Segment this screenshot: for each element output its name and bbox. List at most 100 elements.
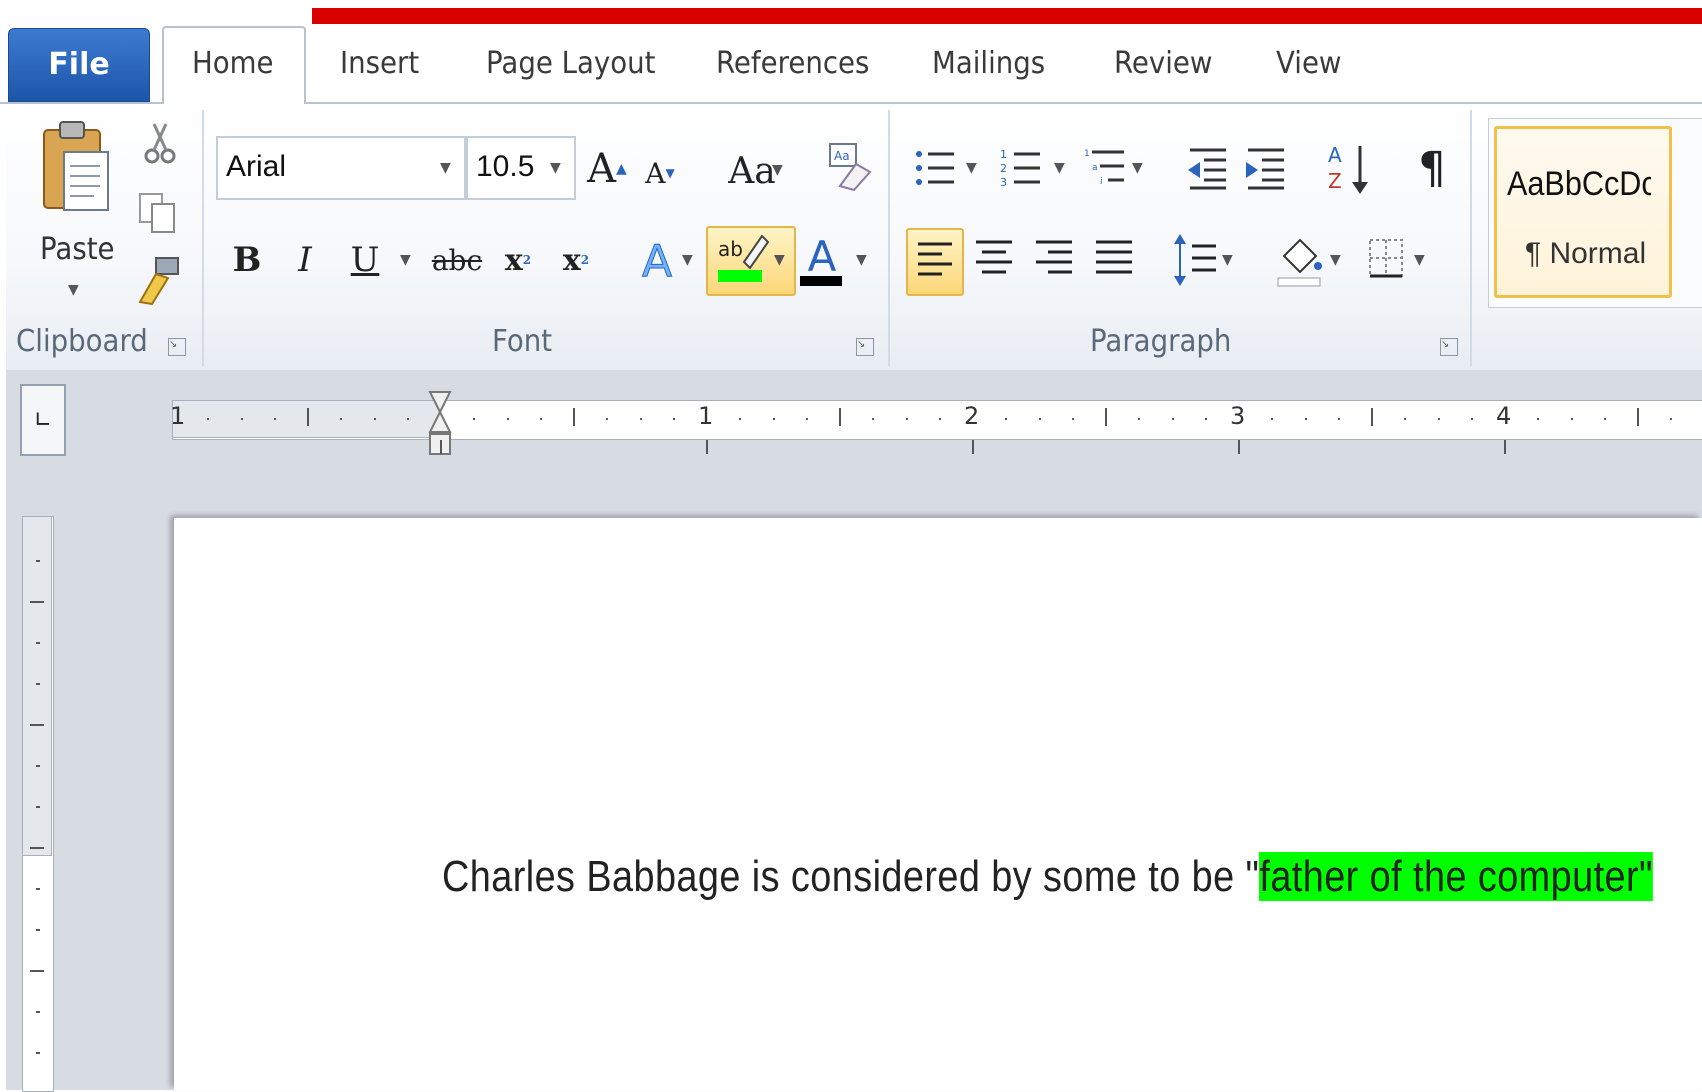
tab-file[interactable]: File xyxy=(8,28,150,102)
grow-font-button[interactable]: A ▲ xyxy=(584,142,630,196)
tab-insert[interactable]: Insert xyxy=(340,44,419,84)
numbering-dropdown-arrow[interactable]: ▼ xyxy=(1054,160,1065,176)
clear-formatting-button[interactable]: Aa xyxy=(826,140,872,192)
font-size-dropdown-arrow[interactable]: ▼ xyxy=(550,160,561,176)
clipboard-launcher-icon[interactable]: ↘ xyxy=(168,338,186,356)
style-normal-tile[interactable]: AaBbCcDc ¶ Normal xyxy=(1494,126,1672,298)
tab-home[interactable]: Home xyxy=(192,44,274,84)
sort-button[interactable]: AZ xyxy=(1326,142,1372,196)
vertical-ruler-tick xyxy=(36,1011,40,1013)
vertical-ruler-tick xyxy=(36,1052,40,1054)
ruler-tick xyxy=(739,418,742,420)
underline-button[interactable]: U xyxy=(344,236,386,284)
font-name-dropdown-arrow[interactable]: ▼ xyxy=(440,160,451,176)
eraser-icon: Aa xyxy=(829,143,872,192)
italic-button[interactable]: I xyxy=(284,236,326,284)
tab-review[interactable]: Review xyxy=(1114,44,1212,84)
align-right-button[interactable] xyxy=(1032,236,1076,286)
underline-dropdown-arrow[interactable]: ▼ xyxy=(400,252,411,268)
ruler-tick xyxy=(1038,418,1041,420)
strikethrough-button[interactable]: abc xyxy=(432,236,482,284)
paste-button[interactable] xyxy=(40,118,112,218)
ruler-tick xyxy=(1570,418,1573,420)
align-left-button[interactable] xyxy=(906,228,964,296)
group-separator xyxy=(888,110,890,366)
change-case-dropdown-arrow[interactable]: ▼ xyxy=(772,162,783,178)
decrease-indent-button[interactable] xyxy=(1186,146,1230,190)
document-page[interactable] xyxy=(174,518,1702,1090)
text-highlight-button[interactable]: ab ▼ xyxy=(706,226,796,296)
text-effects-dropdown-arrow[interactable]: ▼ xyxy=(682,252,693,268)
ruler-tick xyxy=(1005,418,1008,420)
tab-selector-icon[interactable]: ∟ xyxy=(20,384,66,456)
align-center-button[interactable] xyxy=(972,236,1016,286)
ruler-tick xyxy=(1071,418,1074,420)
bullets-dropdown-arrow[interactable]: ▼ xyxy=(966,160,977,176)
subscript-button[interactable]: x2 xyxy=(498,236,538,284)
align-center-icon xyxy=(976,240,1012,274)
tab-mailings[interactable]: Mailings xyxy=(932,44,1045,84)
font-name-input[interactable]: Arial xyxy=(216,136,466,200)
numbered-list-icon: 123 xyxy=(1000,148,1040,189)
paintbrush-icon xyxy=(138,257,179,306)
font-color-dropdown-arrow[interactable]: ▼ xyxy=(856,252,867,268)
tab-view[interactable]: View xyxy=(1276,44,1342,84)
highlighted-text: father of the computer" xyxy=(1259,852,1653,901)
ruler-tick xyxy=(1371,408,1373,426)
ruler-tick xyxy=(307,408,309,426)
svg-text:1: 1 xyxy=(1084,149,1090,159)
multilevel-list-button[interactable]: 1ai xyxy=(1084,146,1134,188)
paste-label[interactable]: Paste xyxy=(40,232,115,267)
multilevel-dropdown-arrow[interactable]: ▼ xyxy=(1132,160,1143,176)
ruler-number: 1 xyxy=(698,402,714,430)
line-spacing-dropdown-arrow[interactable]: ▼ xyxy=(1222,252,1233,268)
align-right-icon xyxy=(1036,240,1072,274)
font-color-button[interactable]: A xyxy=(800,232,844,281)
show-formatting-button[interactable]: ¶ xyxy=(1410,140,1454,196)
svg-text:Z: Z xyxy=(1328,169,1342,193)
tab-page-layout[interactable]: Page Layout xyxy=(486,44,655,84)
svg-text:1: 1 xyxy=(1000,148,1007,161)
svg-text:Aa: Aa xyxy=(834,149,850,163)
bold-button[interactable]: B xyxy=(226,236,268,284)
document-paragraph[interactable]: Charles Babbage is considered by some to… xyxy=(442,852,1653,902)
shading-button[interactable] xyxy=(1276,232,1324,288)
group-separator xyxy=(1470,110,1472,366)
ruler-tick xyxy=(1603,418,1606,420)
copy-button[interactable] xyxy=(138,190,178,234)
ruler-tick xyxy=(639,418,642,420)
cut-button[interactable] xyxy=(140,120,180,164)
clipboard-icon xyxy=(43,121,109,211)
font-launcher-icon[interactable]: ↘ xyxy=(856,338,874,356)
paste-dropdown-arrow[interactable]: ▼ xyxy=(68,282,79,298)
ruler-tick xyxy=(1304,418,1307,420)
bullets-button[interactable] xyxy=(914,148,958,188)
ruler-tick xyxy=(1171,418,1174,420)
format-painter-button[interactable] xyxy=(134,256,182,306)
vertical-ruler-tick xyxy=(36,929,40,931)
justify-button[interactable] xyxy=(1092,236,1136,286)
numbering-button[interactable]: 123 xyxy=(1000,146,1044,189)
ruler-tick xyxy=(473,418,476,420)
borders-dropdown-arrow[interactable]: ▼ xyxy=(1414,252,1425,268)
shrink-font-button[interactable]: A ▼ xyxy=(640,150,680,196)
ruler-tick xyxy=(539,418,542,420)
increase-indent-button[interactable] xyxy=(1244,146,1288,190)
superscript-button[interactable]: x2 xyxy=(556,236,596,284)
ruler-tick xyxy=(1670,418,1673,420)
ruler-tick xyxy=(506,418,509,420)
ruler-tick xyxy=(373,418,376,420)
vertical-ruler-margin xyxy=(22,516,52,856)
shading-dropdown-arrow[interactable]: ▼ xyxy=(1330,252,1341,268)
paragraph-launcher-icon[interactable]: ↘ xyxy=(1440,338,1458,356)
text-effects-button[interactable]: A xyxy=(634,234,680,288)
ruler-tick xyxy=(1138,418,1141,420)
highlight-dropdown-arrow[interactable]: ▼ xyxy=(774,252,785,268)
line-spacing-button[interactable] xyxy=(1172,232,1220,288)
tab-references[interactable]: References xyxy=(716,44,869,84)
ruler-tick xyxy=(1470,418,1473,420)
paint-bucket-icon xyxy=(1277,238,1322,287)
borders-button[interactable] xyxy=(1366,236,1406,282)
ruler-tick xyxy=(938,418,941,420)
vertical-ruler-tick xyxy=(36,560,40,562)
